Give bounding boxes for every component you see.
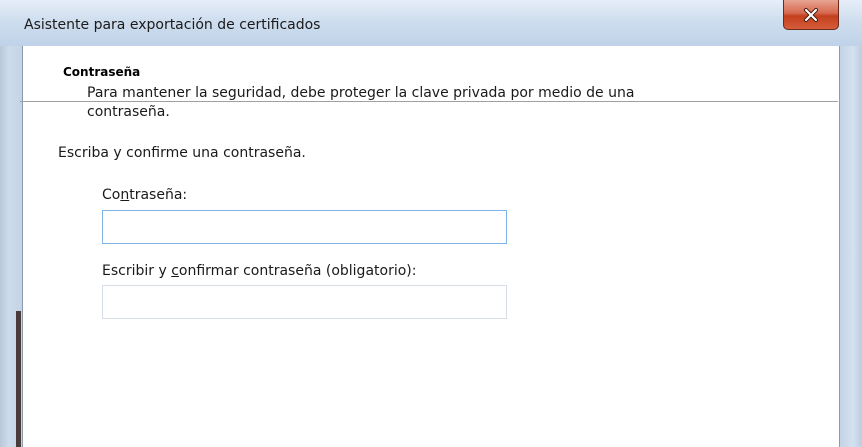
window-title: Asistente para exportación de certificad…	[24, 17, 321, 33]
password-label-post: traseña:	[129, 187, 188, 203]
password-label-accesskey: n	[120, 187, 130, 203]
page-description: Para mantener la seguridad, debe protege…	[87, 85, 635, 120]
close-icon	[803, 7, 819, 22]
wizard-page: Contraseña Para mantener la seguridad, d…	[22, 46, 840, 447]
background-window-edge	[16, 311, 21, 447]
instruction-text: Escriba y confirme una contraseña.	[58, 145, 306, 161]
title-bar[interactable]: Asistente para exportación de certificad…	[0, 0, 862, 46]
window-frame-left	[0, 46, 22, 447]
password-label: Contraseña:	[102, 187, 187, 203]
confirm-password-label: Escribir y confirmar contraseña (obligat…	[102, 263, 416, 279]
password-input[interactable]	[102, 210, 507, 244]
close-button[interactable]	[783, 0, 839, 30]
header-divider	[20, 101, 838, 102]
confirm-password-input[interactable]	[102, 285, 507, 319]
confirm-label-accesskey: c	[171, 263, 179, 279]
confirm-label-post: onfirmar contraseña (obligatorio):	[178, 263, 417, 279]
confirm-label-pre: Escribir y	[102, 263, 172, 279]
password-label-pre: Co	[102, 187, 121, 203]
window-frame-right	[840, 46, 862, 447]
page-title: Contraseña	[63, 65, 141, 79]
